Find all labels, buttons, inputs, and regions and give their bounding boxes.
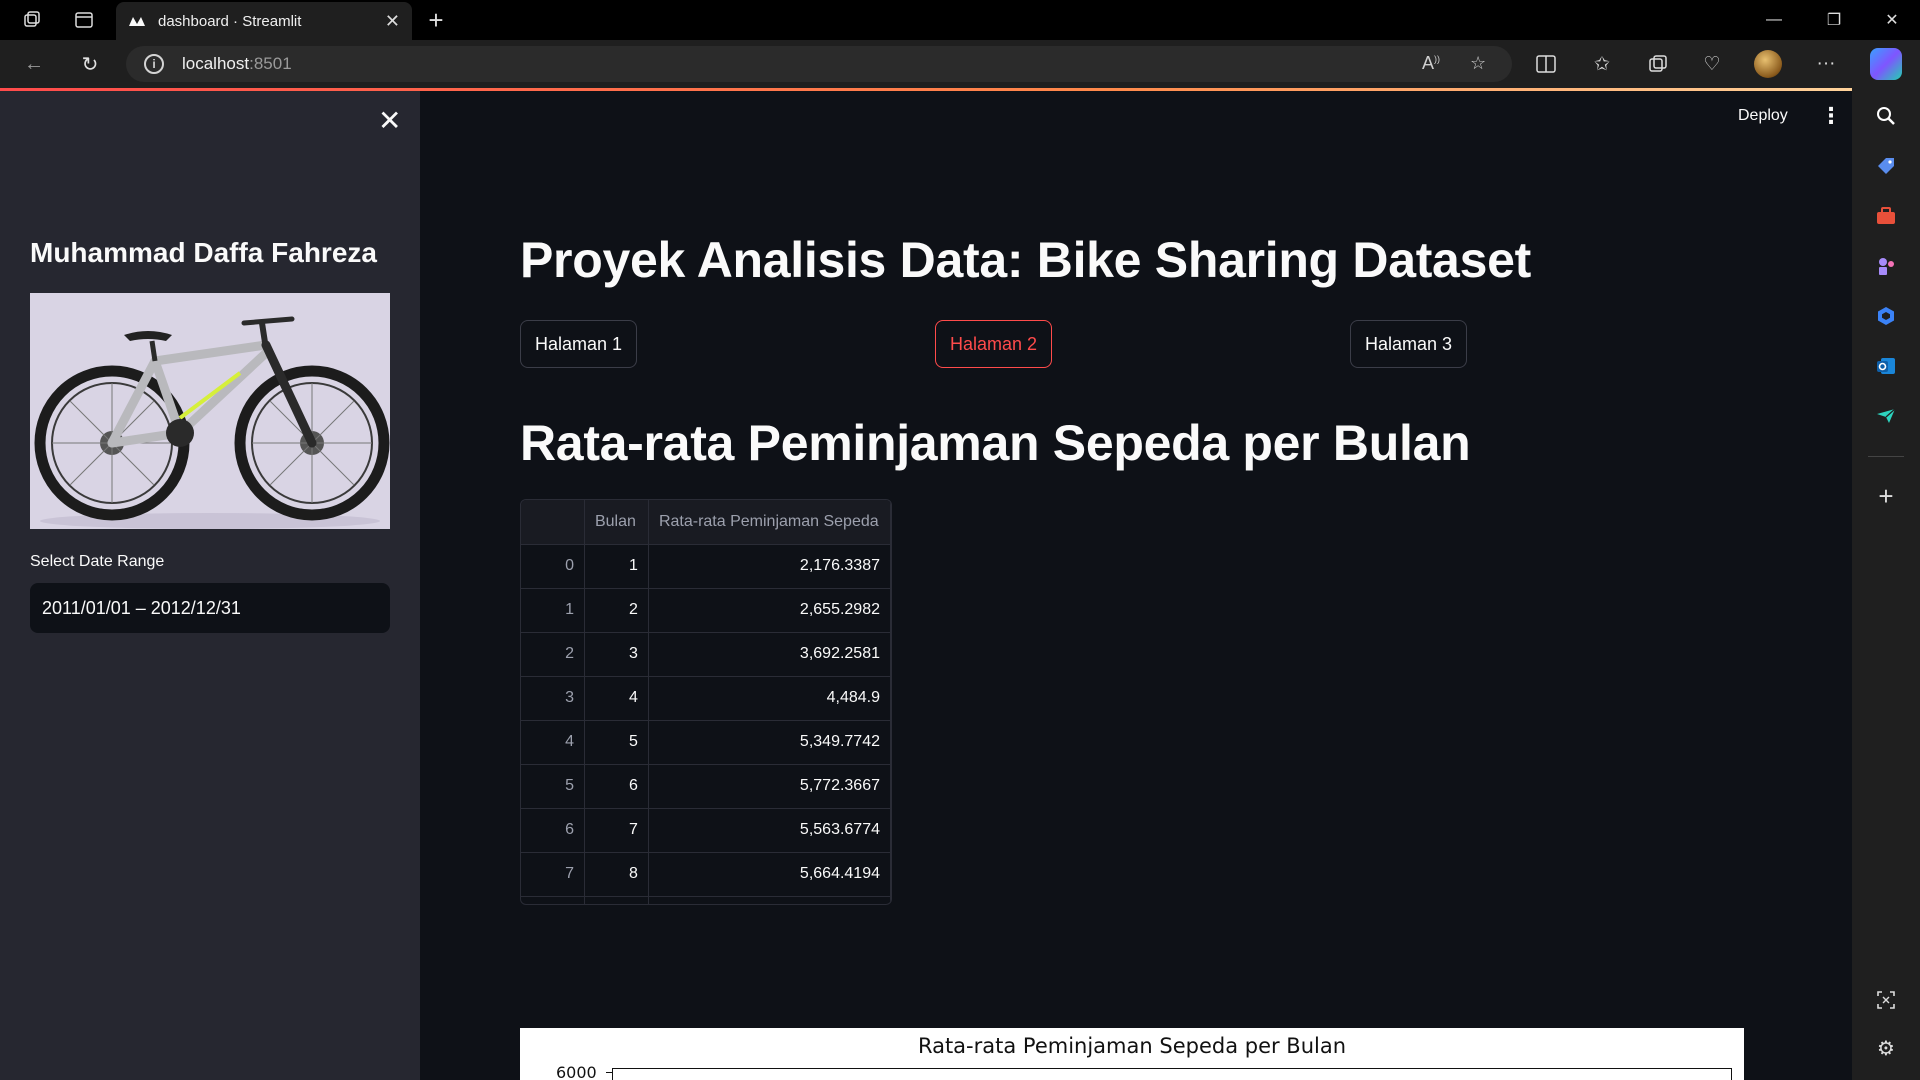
sidebar-settings-gear-icon[interactable]: ⚙ (1872, 1034, 1900, 1062)
page-1-button[interactable]: Halaman 1 (520, 320, 638, 368)
month-cell[interactable]: 8 (584, 852, 649, 897)
page-2-button[interactable]: Halaman 2 (935, 320, 1053, 368)
average-cell[interactable]: 5,766.5167 (648, 896, 891, 904)
table-row: 6 7 5,563.6774 (521, 808, 891, 853)
table-row: 2 3 3,692.2581 (521, 632, 891, 677)
split-screen-icon[interactable] (1528, 48, 1564, 80)
average-cell[interactable]: 5,349.7742 (648, 720, 891, 765)
row-index[interactable]: 3 (521, 676, 585, 721)
average-cell[interactable]: 2,655.2982 (648, 588, 891, 633)
tab-actions-icon[interactable] (64, 0, 104, 40)
month-cell[interactable]: 9 (584, 896, 649, 904)
address-toolbar: ← ↻ i localhost:8501 A)) ☆ ✩ ♡ ··· (0, 40, 1852, 88)
restore-icon[interactable]: ❐ (1806, 0, 1862, 40)
column-header-average[interactable]: Rata-rata Peminjaman Sepeda (648, 500, 891, 545)
section-title: Rata-rata Peminjaman Sepeda per Bulan (520, 415, 1471, 471)
app-sidebar: ✕ Muhammad Daffa Fahreza Select Date Ran… (0, 91, 420, 1080)
average-cell[interactable]: 5,772.3667 (648, 764, 891, 809)
screenshot-icon[interactable] (1872, 986, 1900, 1014)
row-index[interactable]: 5 (521, 764, 585, 809)
table-row: 5 6 5,772.3667 (521, 764, 891, 809)
browser-tab-bar: dashboard · Streamlit ✕ + — ❐ ✕ (0, 0, 1920, 40)
average-cell[interactable]: 2,176.3387 (648, 544, 891, 589)
tools-briefcase-icon[interactable] (1872, 202, 1900, 230)
app-main: Deploy ⋮ Proyek Analisis Data: Bike Shar… (420, 91, 1852, 1080)
send-drop-icon[interactable] (1872, 402, 1900, 430)
refresh-icon[interactable]: ↻ (72, 48, 108, 80)
row-index[interactable]: 7 (521, 852, 585, 897)
site-info-icon[interactable]: i (144, 54, 164, 74)
outlook-icon[interactable] (1872, 352, 1900, 380)
page-3-button[interactable]: Halaman 3 (1350, 320, 1468, 368)
url-port: :8501 (249, 54, 292, 73)
close-sidebar-icon[interactable]: ✕ (378, 107, 401, 135)
month-cell[interactable]: 7 (584, 808, 649, 853)
url-host: localhost (182, 54, 250, 73)
tab-title: dashboard · Streamlit (158, 12, 302, 30)
browser-essentials-icon[interactable]: ♡ (1694, 48, 1730, 80)
month-cell[interactable]: 4 (584, 676, 649, 721)
workspaces-icon[interactable] (12, 0, 52, 40)
add-sidebar-app-icon[interactable]: + (1872, 481, 1900, 511)
row-index[interactable]: 2 (521, 632, 585, 677)
read-aloud-icon[interactable]: A)) (1422, 53, 1440, 74)
bar-chart: Rata-rata Peminjaman Sepeda per Bulan 60… (520, 1028, 1744, 1080)
average-cell[interactable]: 3,692.2581 (648, 632, 891, 677)
month-cell[interactable]: 1 (584, 544, 649, 589)
table-row: 4 5 5,349.7742 (521, 720, 891, 765)
shopping-tag-icon[interactable] (1872, 152, 1900, 180)
date-range-label: Select Date Range (30, 553, 165, 570)
month-cell[interactable]: 5 (584, 720, 649, 765)
table-row: 3 4 4,484.9 (521, 676, 891, 721)
average-cell[interactable]: 4,484.9 (648, 676, 891, 721)
close-window-icon[interactable]: ✕ (1864, 0, 1920, 40)
row-index[interactable]: 1 (521, 588, 585, 633)
favorites-icon[interactable]: ✩ (1584, 48, 1620, 80)
table-row: 0 1 2,176.3387 (521, 544, 891, 589)
main-menu-icon[interactable]: ⋮ (1820, 103, 1842, 129)
microsoft-365-icon[interactable] (1872, 302, 1900, 330)
column-header-index[interactable] (521, 500, 585, 545)
author-name: Muhammad Daffa Fahreza (30, 237, 377, 268)
close-tab-icon[interactable]: ✕ (385, 11, 400, 32)
month-cell[interactable]: 6 (584, 764, 649, 809)
table-row: 895,766.5167 (521, 896, 891, 904)
search-icon[interactable] (1872, 102, 1900, 130)
favorite-star-icon[interactable]: ☆ (1470, 53, 1486, 74)
new-tab-button[interactable]: + (420, 4, 452, 36)
copilot-icon[interactable] (1870, 48, 1902, 80)
settings-more-icon[interactable]: ··· (1808, 48, 1844, 80)
games-chess-icon[interactable] (1872, 252, 1900, 280)
edge-sidebar-divider (1868, 456, 1904, 457)
chart-axes (612, 1068, 1732, 1080)
deploy-button[interactable]: Deploy (1738, 107, 1788, 125)
collections-icon[interactable] (1640, 48, 1676, 80)
month-cell[interactable]: 3 (584, 632, 649, 677)
browser-tab[interactable]: dashboard · Streamlit ✕ (116, 2, 412, 40)
table-header-row: Bulan Rata-rata Peminjaman Sepeda (521, 500, 891, 545)
row-index[interactable]: 0 (521, 544, 585, 589)
row-index[interactable]: 8 (521, 896, 585, 904)
average-cell[interactable]: 5,664.4194 (648, 852, 891, 897)
table-row: 1 2 2,655.2982 (521, 588, 891, 633)
minimize-icon[interactable]: — (1746, 0, 1802, 40)
row-index[interactable]: 6 (521, 808, 585, 853)
month-cell[interactable]: 2 (584, 588, 649, 633)
bike-image (30, 293, 390, 529)
data-table[interactable]: Bulan Rata-rata Peminjaman Sepeda 0 1 2,17… (520, 499, 892, 905)
profile-avatar[interactable] (1750, 48, 1786, 80)
table-row: 7 8 5,664.4194 (521, 852, 891, 897)
average-cell[interactable]: 5,563.6774 (648, 808, 891, 853)
streamlit-logo-icon (128, 12, 146, 30)
row-index[interactable]: 4 (521, 720, 585, 765)
date-range-input[interactable]: 2011/01/01 – 2012/12/31 (30, 583, 390, 633)
chart-title: Rata-rata Peminjaman Sepeda per Bulan (917, 1034, 1347, 1058)
column-header-bulan[interactable]: Bulan (584, 500, 649, 545)
back-icon[interactable]: ← (16, 48, 52, 80)
address-bar[interactable]: i localhost:8501 A)) ☆ (126, 46, 1512, 82)
edge-sidebar: + ⚙ (1852, 40, 1920, 1080)
chart-y-tick-label: 6000 (556, 1063, 597, 1080)
page-title: Proyek Analisis Data: Bike Sharing Datas… (520, 232, 1531, 288)
